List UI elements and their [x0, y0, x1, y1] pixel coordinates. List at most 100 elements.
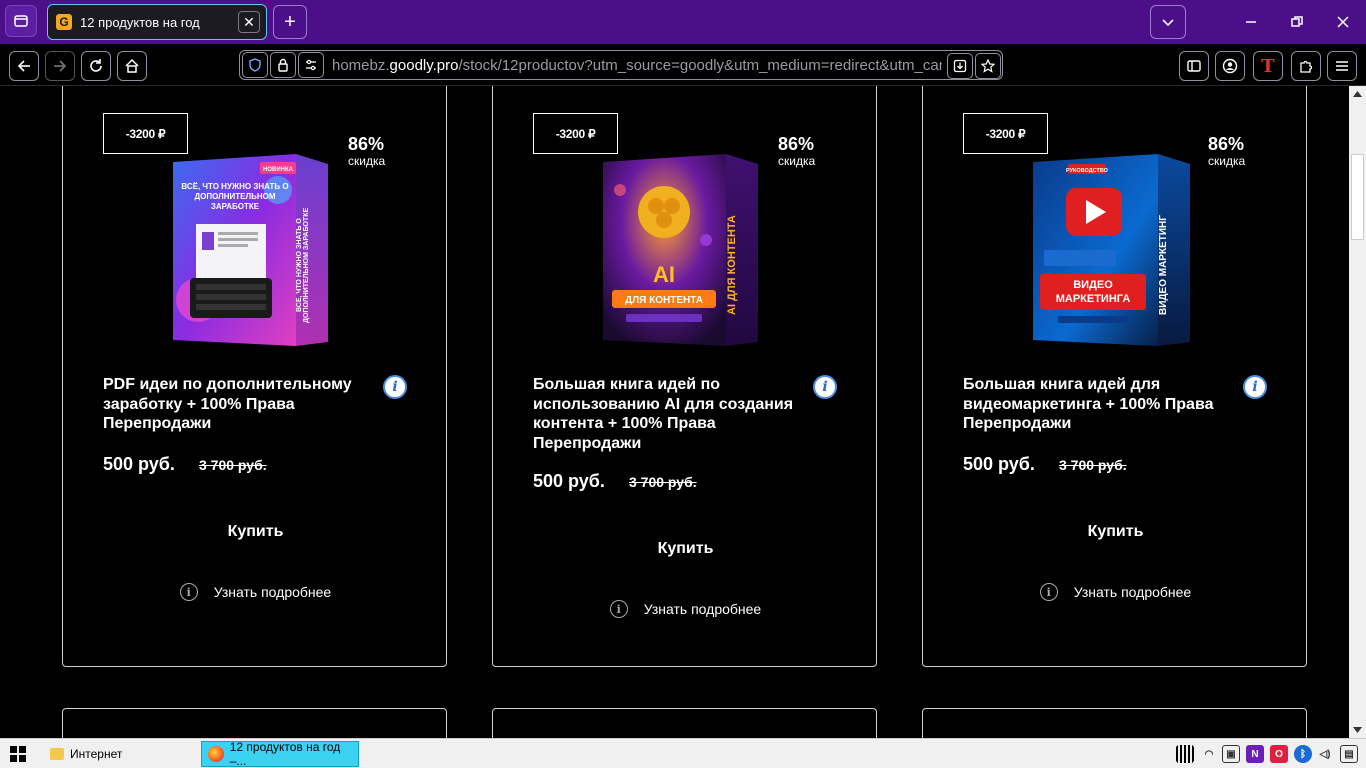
start-button[interactable] — [4, 743, 32, 765]
learn-more-link[interactable]: i Узнать подробнее — [63, 583, 448, 601]
arrow-left-icon — [17, 60, 30, 72]
product-title[interactable]: Большая книга идей для видеомаркетинга +… — [963, 375, 1233, 434]
current-price: 500 руб. — [533, 471, 605, 491]
url-path: /stock/12productov?utm_source=goodly&utm… — [458, 56, 942, 74]
info-icon[interactable]: i — [813, 375, 837, 399]
sidebar-button[interactable] — [1179, 51, 1209, 81]
scroll-down-icon — [1353, 727, 1362, 733]
box-heading-text: ВИДЕО МАРКЕТИНГА — [1055, 279, 1131, 305]
app-menu-button[interactable] — [1327, 51, 1357, 81]
browser-tab-active[interactable]: G 12 продуктов на год ✕ — [47, 4, 267, 40]
info-circle-icon: i — [609, 600, 628, 618]
new-tab-button[interactable]: + — [273, 5, 307, 39]
product-card — [922, 708, 1307, 738]
box-heading-text: ВСЁ, ЧТО НУЖНО ЗНАТЬ О ДОПОЛНИТЕЛЬНОМ ЗА… — [181, 182, 289, 211]
navigation-toolbar: homebz.goodly.pro/stock/12productov?utm_… — [0, 44, 1366, 86]
product-title[interactable]: Большая книга идей по использованию AI д… — [533, 375, 803, 453]
taskbar-item-firefox[interactable]: 12 продуктов на год –... — [201, 740, 359, 768]
buy-button[interactable]: Купить — [923, 523, 1308, 541]
old-price: 3 700 руб. — [199, 457, 267, 473]
firefox-icon — [208, 746, 224, 762]
tab-close-button[interactable]: ✕ — [238, 11, 260, 33]
product-card — [62, 708, 447, 738]
taskbar-item-label: Интернет — [70, 747, 123, 761]
extension-t-button[interactable]: T — [1253, 51, 1283, 81]
product-card: -3200 ₽ 86% скидка РУКОВОДСТВО ВИДЕО МАР… — [922, 86, 1307, 667]
url-subdomain: homebz. — [332, 56, 390, 74]
current-price: 500 руб. — [103, 454, 175, 474]
tray-app-icon[interactable] — [1176, 745, 1194, 763]
bookmark-button[interactable] — [975, 53, 1001, 79]
reload-button[interactable] — [81, 51, 111, 81]
box-side-text: ВИДЕО МАРКЕТИНГ — [1158, 215, 1169, 315]
tab-title: 12 продуктов на год — [80, 14, 200, 30]
page-content: -3200 ₽ 86% скидка НОВИНКА ВСЁ, ЧТО НУЖН… — [0, 86, 1349, 738]
tray-monitor-icon[interactable]: ▣ — [1222, 745, 1240, 763]
product-card — [492, 708, 877, 738]
product-title[interactable]: PDF идеи по дополнительному заработку + … — [103, 375, 373, 434]
product-box-image[interactable]: РУКОВОДСТВО ВИДЕО МАРКЕТИНГА ВИДЕО МАРКЕ… — [1028, 150, 1193, 360]
wifi-icon[interactable]: ◠ — [1200, 745, 1218, 763]
account-button[interactable] — [1215, 51, 1245, 81]
learn-more-link[interactable]: i Узнать подробнее — [493, 600, 878, 618]
buy-button[interactable]: Купить — [63, 523, 448, 541]
install-app-button[interactable] — [947, 53, 973, 79]
tab-strip: G 12 продуктов на год ✕ + — [0, 0, 1366, 44]
product-box-image[interactable]: AI ДЛЯ КОНТЕНТА AI ДЛЯ КОНТЕНТА — [598, 150, 763, 360]
volume-icon[interactable]: ◁) — [1316, 745, 1334, 763]
bluetooth-icon[interactable]: ᛒ — [1294, 745, 1312, 763]
back-button[interactable] — [9, 51, 39, 81]
info-circle-icon: i — [179, 583, 198, 601]
minimize-button[interactable] — [1228, 0, 1274, 44]
discount-percent: 86% — [1208, 134, 1245, 154]
arrow-right-icon — [54, 60, 67, 72]
scrollbar-thumb[interactable] — [1351, 154, 1364, 240]
info-icon[interactable]: i — [383, 375, 407, 399]
firefox-view-icon — [14, 15, 28, 27]
buy-button[interactable]: Купить — [493, 540, 878, 558]
hamburger-menu-icon — [1336, 61, 1348, 71]
permissions-button[interactable] — [298, 52, 324, 78]
sliders-icon — [306, 59, 316, 71]
url-text[interactable]: homebz.goodly.pro/stock/12productov?utm_… — [332, 57, 942, 74]
learn-more-link[interactable]: i Узнать подробнее — [923, 583, 1308, 601]
windows-logo-icon — [10, 746, 26, 762]
learn-more-label: Узнать подробнее — [213, 584, 332, 600]
scroll-down-button[interactable] — [1349, 722, 1366, 738]
download-tray-icon — [953, 59, 967, 73]
lock-icon — [278, 58, 288, 72]
scroll-up-button[interactable] — [1349, 86, 1366, 102]
discount-percent-label: скидка — [348, 154, 386, 168]
box-tag-text: РУКОВОДСТВО — [1066, 168, 1109, 174]
discount-percent-label: скидка — [1208, 154, 1246, 168]
close-icon — [1337, 16, 1349, 28]
list-all-tabs-button[interactable] — [1150, 5, 1186, 39]
current-price: 500 руб. — [963, 454, 1035, 474]
home-icon — [125, 58, 139, 73]
product-box-image[interactable]: НОВИНКА ВСЁ, ЧТО НУЖНО ЗНАТЬ О ДОПОЛНИТЕ… — [168, 150, 333, 360]
shield-icon — [249, 58, 261, 72]
url-bar[interactable]: homebz.goodly.pro/stock/12productov?utm_… — [239, 50, 1003, 80]
box-side-text: AI ДЛЯ КОНТЕНТА — [726, 215, 738, 315]
puzzle-icon — [1300, 60, 1313, 73]
box-heading-text: AI — [653, 262, 675, 287]
box-tag-text: НОВИНКА — [263, 167, 294, 173]
discount-percent: 86% — [778, 134, 815, 154]
home-button[interactable] — [117, 51, 147, 81]
info-icon[interactable]: i — [1243, 375, 1267, 399]
tracking-protection-button[interactable] — [242, 52, 268, 78]
forward-button[interactable] — [45, 51, 75, 81]
taskbar-item-explorer[interactable]: Интернет — [44, 741, 194, 767]
tray-opera-icon[interactable]: O — [1270, 745, 1288, 763]
windows-taskbar: Интернет 12 продуктов на год –... ◠ ▣ N … — [0, 738, 1366, 768]
learn-more-label: Узнать подробнее — [1073, 584, 1192, 600]
tray-n-icon[interactable]: N — [1246, 745, 1264, 763]
site-security-button[interactable] — [270, 52, 296, 78]
old-price: 3 700 руб. — [1059, 457, 1127, 473]
close-window-button[interactable] — [1320, 0, 1366, 44]
notifications-icon[interactable]: ▤ — [1340, 745, 1358, 763]
firefox-view-button[interactable] — [5, 5, 37, 37]
extensions-button[interactable] — [1291, 51, 1321, 81]
restore-button[interactable] — [1274, 0, 1320, 44]
discount-percent-label: скидка — [778, 154, 816, 168]
